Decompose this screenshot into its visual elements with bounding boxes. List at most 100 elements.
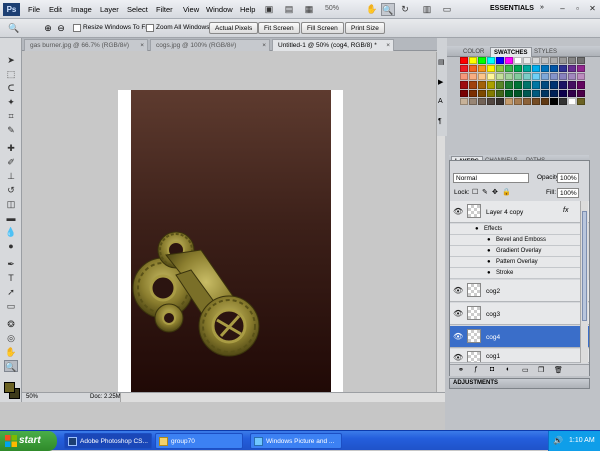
swatch-cell[interactable]: [577, 57, 585, 65]
zoom-all-windows-checkbox[interactable]: [146, 24, 154, 32]
swatch-cell[interactable]: [523, 97, 531, 105]
eye-icon[interactable]: ●: [487, 257, 491, 268]
adjustments-panel-header[interactable]: ADJUSTMENTS: [449, 378, 590, 389]
zoom-level-dropdown[interactable]: 50%: [325, 5, 339, 12]
adjustment-layer-icon[interactable]: ◐: [506, 366, 510, 373]
tab-swatches[interactable]: SWATCHES: [490, 47, 532, 57]
swatch-cell[interactable]: [460, 65, 468, 73]
swatch-cell[interactable]: [496, 57, 504, 65]
tab-styles[interactable]: STYLES: [531, 47, 560, 57]
horizontal-scrollbar[interactable]: [120, 393, 445, 402]
fit-screen-button[interactable]: Fit Screen: [258, 22, 300, 34]
swatch-cell[interactable]: [514, 73, 522, 81]
menu-edit[interactable]: Edit: [49, 5, 62, 14]
zoom-tool-icon[interactable]: 🔍: [381, 3, 395, 16]
swatch-cell[interactable]: [469, 81, 477, 89]
swatch-cell[interactable]: [550, 73, 558, 81]
fill-field[interactable]: 100%: [557, 188, 579, 198]
swatch-cell[interactable]: [577, 89, 585, 97]
swatch-cell[interactable]: [478, 65, 486, 73]
task-photoshop[interactable]: Adobe Photoshop CS...: [64, 433, 152, 449]
layer-row[interactable]: 👁 cog1: [450, 349, 589, 363]
swatch-cell[interactable]: [577, 97, 585, 105]
zoom-out-icon[interactable]: ⊖: [55, 22, 67, 35]
swatch-cell[interactable]: [478, 81, 486, 89]
tab-gas-burner[interactable]: gas burner.jpg @ 66.7% (RGB/8#) ×: [24, 39, 148, 51]
swatch-cell[interactable]: [541, 65, 549, 73]
new-layer-icon[interactable]: ❐: [538, 366, 544, 374]
paragraph-panel-icon[interactable]: ¶: [438, 118, 442, 125]
swatch-cell[interactable]: [496, 89, 504, 97]
status-zoom[interactable]: 50%: [26, 393, 38, 402]
menu-window[interactable]: Window: [206, 5, 233, 14]
shape-tool-icon[interactable]: ▭: [4, 300, 18, 312]
swatch-cell[interactable]: [532, 97, 540, 105]
lock-all-icon[interactable]: 🔒: [502, 188, 511, 196]
character-panel-icon[interactable]: A: [438, 98, 443, 105]
swatch-cell[interactable]: [496, 97, 504, 105]
swatch-cell[interactable]: [460, 81, 468, 89]
swatch-cell[interactable]: [550, 65, 558, 73]
swatch-cell[interactable]: [478, 73, 486, 81]
lock-pixels-icon[interactable]: ✎: [482, 188, 488, 196]
zoom-in-icon[interactable]: ⊕: [42, 22, 54, 35]
swatch-cell[interactable]: [496, 65, 504, 73]
swatch-cell[interactable]: [487, 89, 495, 97]
layers-scrollbar[interactable]: [580, 201, 588, 363]
swatch-cell[interactable]: [469, 89, 477, 97]
swatch-cell[interactable]: [559, 89, 567, 97]
swatch-cell[interactable]: [523, 81, 531, 89]
actions-panel-icon[interactable]: ▶: [438, 78, 443, 86]
swatch-cell[interactable]: [532, 89, 540, 97]
swatch-cell[interactable]: [577, 65, 585, 73]
brush-tool-icon[interactable]: ✐: [4, 156, 18, 168]
volume-icon[interactable]: 🔊: [553, 431, 563, 451]
eye-icon[interactable]: 👁: [453, 332, 463, 341]
layer-row[interactable]: 👁 cog2: [450, 280, 589, 302]
fx-icon[interactable]: fx: [563, 207, 568, 214]
magic-wand-icon[interactable]: ✦: [4, 96, 18, 108]
crop-tool-icon[interactable]: ⌗: [4, 110, 18, 122]
swatch-cell[interactable]: [514, 97, 522, 105]
foreground-color-swatch[interactable]: [4, 382, 15, 393]
swatch-cell[interactable]: [496, 73, 504, 81]
swatch-cell[interactable]: [532, 65, 540, 73]
swatch-cell[interactable]: [568, 65, 576, 73]
swatch-cell[interactable]: [523, 65, 531, 73]
swatch-cell[interactable]: [469, 97, 477, 105]
swatch-cell[interactable]: [505, 81, 513, 89]
hand-tool-icon[interactable]: ✋: [365, 3, 379, 16]
swatch-cell[interactable]: [469, 73, 477, 81]
swatch-cell[interactable]: [487, 57, 495, 65]
gradient-tool-icon[interactable]: ▬: [4, 212, 18, 224]
dodge-tool-icon[interactable]: ●: [4, 240, 18, 252]
swatch-cell[interactable]: [460, 89, 468, 97]
swatch-cell[interactable]: [541, 97, 549, 105]
eye-icon[interactable]: 👁: [453, 207, 463, 216]
zoom-tool-preset-icon[interactable]: 🔍: [8, 22, 20, 35]
layer-row[interactable]: 👁 Layer 4 copy fx: [450, 201, 589, 223]
swatch-cell[interactable]: [487, 81, 495, 89]
chevron-right-icon[interactable]: »: [540, 4, 544, 11]
swatch-cell[interactable]: [487, 73, 495, 81]
swatch-cell[interactable]: [523, 57, 531, 65]
swatch-cell[interactable]: [532, 57, 540, 65]
effects-row[interactable]: ● Effects: [450, 224, 580, 235]
swatch-cell[interactable]: [478, 89, 486, 97]
swatch-cell[interactable]: [469, 57, 477, 65]
history-brush-icon[interactable]: ↺: [4, 184, 18, 196]
menu-help[interactable]: Help: [240, 5, 255, 14]
layer-row-selected[interactable]: 👁 cog4: [450, 326, 589, 348]
swatch-cell[interactable]: [523, 73, 531, 81]
close-icon[interactable]: ✕: [586, 3, 599, 15]
swatch-cell[interactable]: [478, 57, 486, 65]
swatch-cell[interactable]: [469, 65, 477, 73]
clone-stamp-icon[interactable]: ⊥: [4, 170, 18, 182]
swatch-cell[interactable]: [487, 65, 495, 73]
swatch-cell[interactable]: [523, 89, 531, 97]
swatches-grid[interactable]: [460, 57, 585, 105]
lock-transparency-icon[interactable]: ☐: [472, 188, 478, 196]
effect-pattern-overlay[interactable]: ● Pattern Overlay: [450, 257, 580, 268]
maximize-icon[interactable]: ▫: [571, 3, 584, 15]
type-tool-icon[interactable]: T: [4, 272, 18, 284]
